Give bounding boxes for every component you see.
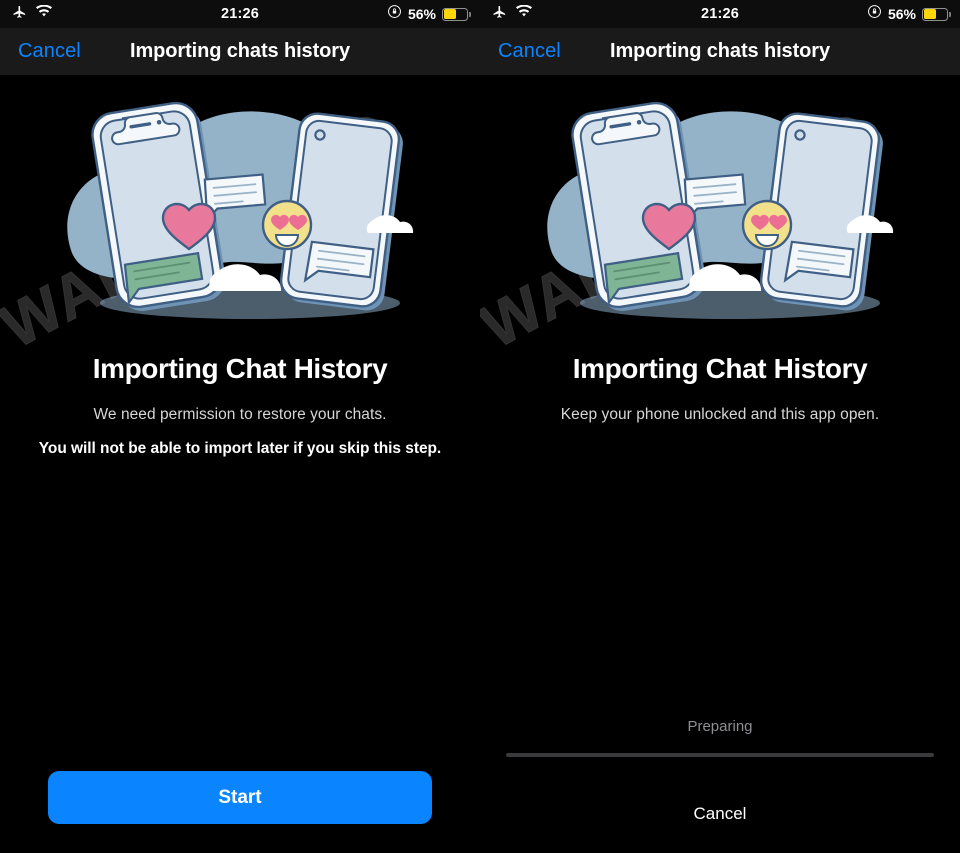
cancel-import-button[interactable]: Cancel (506, 804, 934, 824)
page-subtitle: We need permission to restore your chats… (93, 406, 387, 423)
rotation-lock-icon (867, 4, 882, 24)
battery-icon (442, 7, 471, 21)
text-block: Importing Chat History We need permissio… (0, 325, 480, 458)
text-block: Importing Chat History Keep your phone u… (480, 325, 960, 424)
airplane-icon (492, 4, 507, 24)
airplane-icon (12, 4, 27, 24)
wifi-icon (36, 4, 52, 23)
page-warning: You will not be able to import later if … (38, 440, 442, 457)
battery-icon (922, 7, 951, 21)
footer-actions: Start (0, 771, 480, 853)
dual-screenshot-container: 21:26 56% Cancel Importing chats history… (0, 0, 960, 853)
status-bar-right: 56% (867, 4, 951, 24)
page-subtitle: Keep your phone unlocked and this app op… (560, 406, 880, 423)
nav-bar: Cancel Importing chats history (480, 28, 960, 75)
screen-content-progress: Importing Chat History Keep your phone u… (480, 75, 960, 853)
status-bar: 21:26 56% (0, 0, 480, 28)
progress-status-label: Preparing (687, 718, 753, 735)
flex-spacer (0, 458, 480, 771)
status-bar-right: 56% (387, 4, 471, 24)
bottom-inset (480, 824, 960, 853)
page-title: Importing Chat History (92, 353, 388, 384)
battery-percent-label: 56% (407, 6, 436, 22)
nav-bar: Cancel Importing chats history (0, 28, 480, 75)
screen-progress: 21:26 56% Cancel Importing chats history… (480, 0, 960, 853)
battery-percent-label: 56% (887, 6, 916, 22)
progress-bar (506, 753, 934, 757)
start-button[interactable]: Start (48, 771, 432, 824)
nav-title: Importing chats history (130, 40, 350, 62)
wifi-icon (516, 4, 532, 23)
screen-permission: 21:26 56% Cancel Importing chats history… (0, 0, 480, 853)
status-bar-left (12, 4, 52, 24)
page-title: Importing Chat History (572, 353, 868, 384)
illustration-two-phones (0, 75, 480, 325)
screen-content-permission: Importing Chat History We need permissio… (0, 75, 480, 853)
status-bar-left (492, 4, 532, 24)
flex-spacer (480, 424, 960, 718)
illustration-two-phones (480, 75, 960, 325)
status-bar: 21:26 56% (480, 0, 960, 28)
progress-section: Preparing Cancel (480, 718, 960, 824)
nav-title: Importing chats history (610, 40, 830, 62)
rotation-lock-icon (387, 4, 402, 24)
